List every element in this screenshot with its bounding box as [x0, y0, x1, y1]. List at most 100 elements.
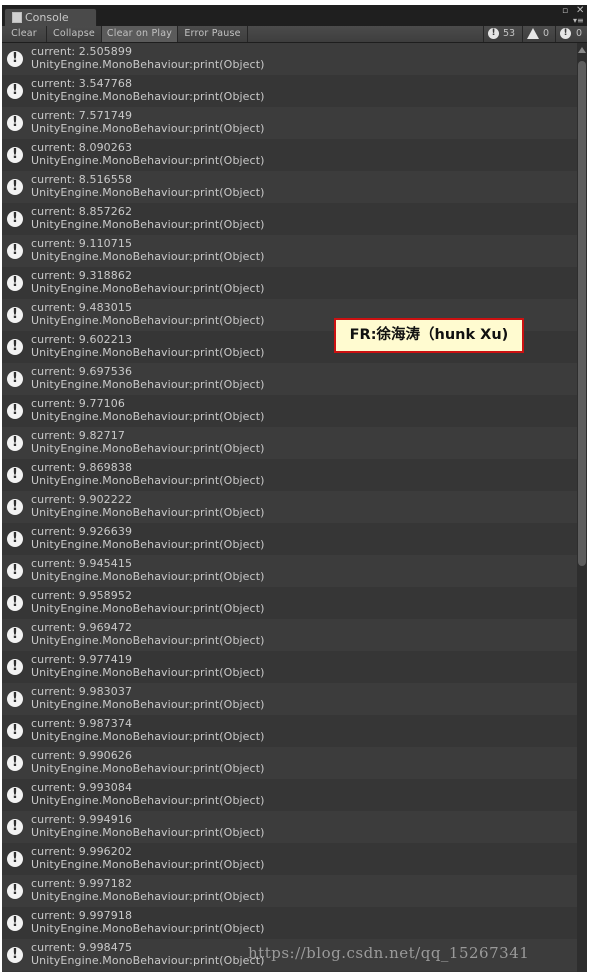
info-icon: !: [7, 595, 23, 611]
info-icon: !: [7, 275, 23, 291]
log-stacktrace: UnityEngine.MonoBehaviour:print(Object): [31, 858, 265, 871]
log-message: current: 9.318862: [31, 269, 133, 282]
info-icon: !: [7, 499, 23, 515]
warning-toggle[interactable]: 0: [522, 26, 555, 42]
log-stacktrace: UnityEngine.MonoBehaviour:print(Object): [31, 378, 265, 391]
log-message: current: 9.926639: [31, 525, 133, 538]
log-entry[interactable]: ! current: 9.82717 UnityEngine.MonoBehavio…: [2, 427, 577, 459]
info-icon: !: [7, 947, 23, 963]
info-icon: !: [7, 211, 23, 227]
log-entry[interactable]: ! current: 9.926639 UnityEngine.MonoBehavi…: [2, 523, 577, 555]
info-icon: !: [7, 51, 23, 67]
info-toggle[interactable]: ! 53: [483, 26, 522, 42]
tab-label: Console: [25, 11, 69, 24]
log-message: current: 7.571749: [31, 109, 133, 122]
log-stacktrace: UnityEngine.MonoBehaviour:print(Object): [31, 410, 265, 423]
watermark-label: FR:徐海涛（hunk Xu): [334, 318, 524, 353]
log-message: current: 9.977419: [31, 653, 133, 666]
log-stacktrace: UnityEngine.MonoBehaviour:print(Object): [31, 506, 265, 519]
log-stacktrace: UnityEngine.MonoBehaviour:print(Object): [31, 474, 265, 487]
log-message: current: 9.902222: [31, 493, 133, 506]
error-icon: !: [560, 28, 571, 39]
log-stacktrace: UnityEngine.MonoBehaviour:print(Object): [31, 346, 265, 359]
log-stacktrace: UnityEngine.MonoBehaviour:print(Object): [31, 122, 265, 135]
log-entry[interactable]: ! current: 9.318862 UnityEngine.MonoBehavi…: [2, 267, 577, 299]
info-icon: !: [7, 851, 23, 867]
log-message: current: 9.998475: [31, 941, 133, 954]
log-message: current: 8.090263: [31, 141, 133, 154]
log-stacktrace: UnityEngine.MonoBehaviour:print(Object): [31, 794, 265, 807]
log-entry[interactable]: ! current: 9.958952 UnityEngine.MonoBehavi…: [2, 587, 577, 619]
collapse-button[interactable]: Collapse: [47, 26, 102, 42]
error-pause-button[interactable]: Error Pause: [178, 26, 248, 42]
info-icon: !: [7, 883, 23, 899]
log-stacktrace: UnityEngine.MonoBehaviour:print(Object): [31, 218, 265, 231]
log-message: current: 2.505899: [31, 45, 133, 58]
log-entry[interactable]: ! current: 8.516558 UnityEngine.MonoBehavi…: [2, 171, 577, 203]
log-stacktrace: UnityEngine.MonoBehaviour:print(Object): [31, 890, 265, 903]
console-icon: [12, 12, 22, 23]
maximize-icon[interactable]: ▫: [562, 7, 568, 16]
log-entry[interactable]: ! current: 9.77106 UnityEngine.MonoBehavio…: [2, 395, 577, 427]
info-icon: !: [7, 307, 23, 323]
clear-button[interactable]: Clear: [2, 26, 47, 42]
log-stacktrace: UnityEngine.MonoBehaviour:print(Object): [31, 730, 265, 743]
log-entry[interactable]: ! current: 9.983037 UnityEngine.MonoBehavi…: [2, 683, 577, 715]
log-stacktrace: UnityEngine.MonoBehaviour:print(Object): [31, 826, 265, 839]
info-icon: !: [7, 371, 23, 387]
log-entry[interactable]: ! current: 9.994916 UnityEngine.MonoBehavi…: [2, 811, 577, 843]
log-entry[interactable]: ! current: 8.857262 UnityEngine.MonoBehavi…: [2, 203, 577, 235]
info-icon: !: [7, 787, 23, 803]
log-entry[interactable]: ! current: 2.505899 UnityEngine.MonoBehavi…: [2, 43, 577, 75]
log-entry[interactable]: ! current: 9.997182 UnityEngine.MonoBehavi…: [2, 875, 577, 907]
log-message: current: 9.996202: [31, 845, 133, 858]
toolbar: Clear Collapse Clear on Play Error Pause…: [2, 26, 587, 43]
source-url: https://blog.csdn.net/qq_15267341: [248, 944, 530, 962]
scroll-up-icon[interactable]: [578, 47, 586, 53]
close-icon[interactable]: ✕: [576, 6, 584, 16]
log-message: current: 9.602213: [31, 333, 133, 346]
log-entry[interactable]: ! current: 9.990626 UnityEngine.MonoBehavi…: [2, 747, 577, 779]
log-entry[interactable]: ! current: 7.571749 UnityEngine.MonoBehavi…: [2, 107, 577, 139]
info-icon: !: [7, 83, 23, 99]
log-entry[interactable]: ! current: 9.987374 UnityEngine.MonoBehavi…: [2, 715, 577, 747]
tab-console[interactable]: Console: [4, 8, 97, 26]
log-stacktrace: UnityEngine.MonoBehaviour:print(Object): [31, 602, 265, 615]
log-entry[interactable]: ! current: 9.697536 UnityEngine.MonoBehavi…: [2, 363, 577, 395]
vertical-scrollbar[interactable]: [577, 43, 587, 972]
log-entry[interactable]: ! current: 9.996202 UnityEngine.MonoBehavi…: [2, 843, 577, 875]
log-message: current: 9.993084: [31, 781, 133, 794]
log-stacktrace: UnityEngine.MonoBehaviour:print(Object): [31, 90, 265, 103]
log-message: current: 9.997182: [31, 877, 133, 890]
log-message: current: 9.958952: [31, 589, 133, 602]
log-entry[interactable]: ! current: 9.902222 UnityEngine.MonoBehavi…: [2, 491, 577, 523]
log-entry[interactable]: ! current: 3.547768 UnityEngine.MonoBehavi…: [2, 75, 577, 107]
log-message: current: 9.997918: [31, 909, 133, 922]
log-list: ! current: 2.505899 UnityEngine.MonoBehavi…: [2, 43, 577, 972]
log-entry[interactable]: ! current: 9.945415 UnityEngine.MonoBehavi…: [2, 555, 577, 587]
log-stacktrace: UnityEngine.MonoBehaviour:print(Object): [31, 922, 265, 935]
log-entry[interactable]: ! current: 8.090263 UnityEngine.MonoBehavi…: [2, 139, 577, 171]
log-message: current: 9.110715: [31, 237, 133, 250]
info-icon: !: [7, 691, 23, 707]
log-message: current: 9.483015: [31, 301, 133, 314]
log-entry[interactable]: ! current: 9.997918 UnityEngine.MonoBehavi…: [2, 907, 577, 939]
clear-on-play-button[interactable]: Clear on Play: [102, 26, 178, 42]
log-entry[interactable]: ! current: 9.869838 UnityEngine.MonoBehavi…: [2, 459, 577, 491]
info-icon: !: [488, 28, 499, 39]
log-entry[interactable]: ! current: 9.110715 UnityEngine.MonoBehavi…: [2, 235, 577, 267]
warning-icon: [527, 28, 539, 39]
log-stacktrace: UnityEngine.MonoBehaviour:print(Object): [31, 442, 265, 455]
log-stacktrace: UnityEngine.MonoBehaviour:print(Object): [31, 570, 265, 583]
log-entry[interactable]: ! current: 9.969472 UnityEngine.MonoBehavi…: [2, 619, 577, 651]
info-icon: !: [7, 115, 23, 131]
menu-icon[interactable]: ▾≡: [573, 16, 584, 25]
log-entry[interactable]: ! current: 9.993084 UnityEngine.MonoBehavi…: [2, 779, 577, 811]
log-message: current: 9.697536: [31, 365, 133, 378]
info-icon: !: [7, 147, 23, 163]
error-toggle[interactable]: ! 0: [555, 26, 587, 42]
scroll-thumb[interactable]: [578, 61, 586, 566]
log-entry[interactable]: ! current: 9.977419 UnityEngine.MonoBehavi…: [2, 651, 577, 683]
log-stacktrace: UnityEngine.MonoBehaviour:print(Object): [31, 154, 265, 167]
log-stacktrace: UnityEngine.MonoBehaviour:print(Object): [31, 954, 265, 967]
